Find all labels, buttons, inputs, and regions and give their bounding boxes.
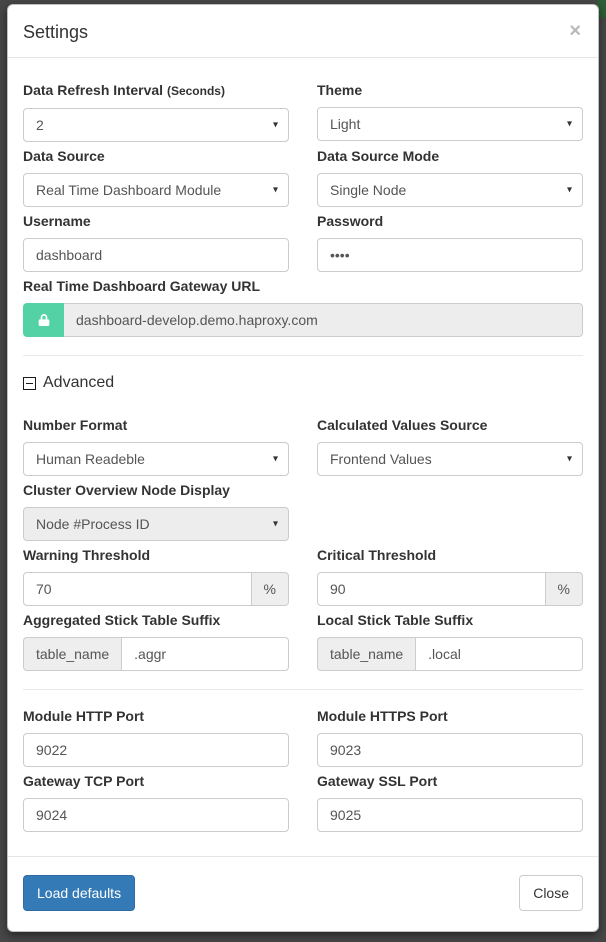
- chevron-down-icon: ▾: [567, 454, 572, 465]
- aggregated-stick-table-suffix-group: table_name: [23, 637, 289, 671]
- local-stick-table-suffix-group: table_name: [317, 637, 583, 671]
- percent-addon: %: [252, 572, 289, 606]
- data-refresh-interval-label: Data Refresh Interval (Seconds): [23, 82, 289, 100]
- chevron-down-icon: ▾: [273, 185, 278, 196]
- local-stick-table-suffix-input[interactable]: [415, 637, 583, 671]
- number-format-label: Number Format: [23, 417, 289, 434]
- cluster-overview-node-display-label: Cluster Overview Node Display: [23, 482, 289, 499]
- module-http-port-label: Module HTTP Port: [23, 708, 289, 725]
- field-gateway-tcp-port: Gateway TCP Port: [23, 773, 289, 832]
- aggregated-stick-table-suffix-input[interactable]: [121, 637, 289, 671]
- chevron-down-icon: ▾: [273, 519, 278, 530]
- username-input[interactable]: [23, 238, 289, 272]
- warning-threshold-label: Warning Threshold: [23, 547, 289, 564]
- data-refresh-interval-select[interactable]: 2 ▾: [23, 108, 289, 142]
- data-source-label: Data Source: [23, 148, 289, 165]
- section-divider: [23, 355, 583, 356]
- module-http-port-input[interactable]: [23, 733, 289, 767]
- field-cluster-overview-node-display: Cluster Overview Node Display Node #Proc…: [23, 482, 289, 541]
- settings-modal: Settings × Data Refresh Interval (Second…: [7, 4, 599, 932]
- modal-body: Data Refresh Interval (Seconds) 2 ▾ Them…: [8, 58, 598, 856]
- field-calculated-values-source: Calculated Values Source Frontend Values…: [317, 417, 583, 476]
- data-source-mode-select[interactable]: Single Node ▾: [317, 173, 583, 207]
- critical-threshold-input[interactable]: [317, 572, 546, 606]
- data-source-mode-label: Data Source Mode: [317, 148, 583, 165]
- field-number-format: Number Format Human Readeble ▾: [23, 417, 289, 476]
- aggregated-stick-table-suffix-label: Aggregated Stick Table Suffix: [23, 612, 289, 629]
- modal-header: Settings ×: [8, 5, 598, 58]
- close-icon[interactable]: ×: [567, 21, 583, 41]
- data-refresh-interval-unit: (Seconds): [167, 84, 225, 98]
- chevron-down-icon: ▾: [273, 454, 278, 465]
- field-password: Password: [317, 213, 583, 272]
- module-https-port-label: Module HTTPS Port: [317, 708, 583, 725]
- gateway-tcp-port-input[interactable]: [23, 798, 289, 832]
- percent-addon: %: [546, 572, 583, 606]
- module-https-port-input[interactable]: [317, 733, 583, 767]
- field-aggregated-stick-table-suffix: Aggregated Stick Table Suffix table_name: [23, 612, 289, 671]
- field-warning-threshold: Warning Threshold %: [23, 547, 289, 606]
- field-critical-threshold: Critical Threshold %: [317, 547, 583, 606]
- local-stick-table-suffix-label: Local Stick Table Suffix: [317, 612, 583, 629]
- advanced-label: Advanced: [43, 374, 114, 392]
- theme-label: Theme: [317, 82, 583, 99]
- number-format-select[interactable]: Human Readeble ▾: [23, 442, 289, 476]
- table-name-addon: table_name: [23, 637, 121, 671]
- gateway-url-input: [64, 303, 583, 337]
- field-data-refresh-interval: Data Refresh Interval (Seconds) 2 ▾: [23, 82, 289, 142]
- field-username: Username: [23, 213, 289, 272]
- field-gateway-url: Real Time Dashboard Gateway URL: [23, 278, 583, 337]
- field-data-source-mode: Data Source Mode Single Node ▾: [317, 148, 583, 207]
- gateway-tcp-port-label: Gateway TCP Port: [23, 773, 289, 790]
- data-source-select[interactable]: Real Time Dashboard Module ▾: [23, 173, 289, 207]
- theme-select[interactable]: Light ▾: [317, 107, 583, 141]
- field-local-stick-table-suffix: Local Stick Table Suffix table_name: [317, 612, 583, 671]
- calculated-values-source-label: Calculated Values Source: [317, 417, 583, 434]
- cluster-overview-node-display-select: Node #Process ID ▾: [23, 507, 289, 541]
- field-data-source: Data Source Real Time Dashboard Module ▾: [23, 148, 289, 207]
- chevron-down-icon: ▾: [273, 120, 278, 131]
- username-label: Username: [23, 213, 289, 230]
- field-module-https-port: Module HTTPS Port: [317, 708, 583, 767]
- chevron-down-icon: ▾: [567, 119, 572, 130]
- warning-threshold-input[interactable]: [23, 572, 252, 606]
- critical-threshold-label: Critical Threshold: [317, 547, 583, 564]
- warning-threshold-group: %: [23, 572, 289, 606]
- lock-icon: [23, 303, 64, 337]
- calculated-values-source-select[interactable]: Frontend Values ▾: [317, 442, 583, 476]
- load-defaults-button[interactable]: Load defaults: [23, 875, 135, 911]
- gateway-url-group: [23, 303, 583, 337]
- advanced-section-toggle[interactable]: Advanced: [23, 374, 583, 392]
- table-name-addon: table_name: [317, 637, 415, 671]
- section-divider: [23, 689, 583, 690]
- close-button[interactable]: Close: [519, 875, 583, 911]
- field-gateway-ssl-port: Gateway SSL Port: [317, 773, 583, 832]
- gateway-ssl-port-input[interactable]: [317, 798, 583, 832]
- modal-footer: Load defaults Close: [8, 856, 598, 931]
- collapse-minus-icon: [23, 377, 36, 390]
- critical-threshold-group: %: [317, 572, 583, 606]
- field-theme: Theme Light ▾: [317, 82, 583, 142]
- gateway-url-label: Real Time Dashboard Gateway URL: [23, 278, 583, 295]
- gateway-ssl-port-label: Gateway SSL Port: [317, 773, 583, 790]
- password-input[interactable]: [317, 238, 583, 272]
- modal-title: Settings: [23, 21, 88, 44]
- field-module-http-port: Module HTTP Port: [23, 708, 289, 767]
- password-label: Password: [317, 213, 583, 230]
- chevron-down-icon: ▾: [567, 185, 572, 196]
